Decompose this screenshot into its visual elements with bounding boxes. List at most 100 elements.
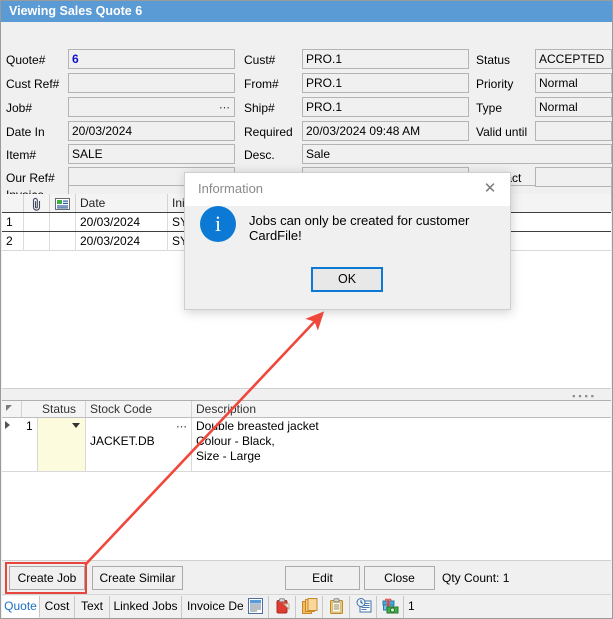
bottom-tab-strip: Quote Cost Text Linked Jobs Invoice Deta… [2, 594, 611, 619]
label-job-number: Job# [6, 101, 32, 115]
row-indicator [2, 418, 22, 471]
input-priority[interactable]: Normal [535, 73, 612, 93]
row-description: Double breasted jacket Colour - Black, S… [192, 418, 611, 471]
tab-quote[interactable]: Quote [2, 596, 40, 618]
input-contract[interactable] [535, 167, 612, 187]
note-icon-header[interactable] [50, 194, 76, 212]
tab-yellow-clipboard-icon-button[interactable] [324, 596, 350, 618]
clipboard-red-icon [276, 598, 290, 614]
quote-header-form: Quote# Cust Ref# Job# Date In Item# Our … [1, 22, 612, 194]
label-date-in: Date In [6, 125, 45, 139]
action-button-bar: Create Job Create Similar Edit Close Qty… [2, 560, 611, 594]
current-row-arrow-icon [5, 421, 10, 429]
label-required: Required [244, 125, 293, 139]
row-stock-code[interactable]: JACKET.DB ⋯ [86, 418, 192, 471]
icon-tab-count: 1 [408, 596, 415, 618]
stock-code-ellipsis-icon[interactable]: ⋯ [176, 420, 188, 435]
label-ship-number: Ship# [244, 101, 275, 115]
row-number: 1 [2, 213, 24, 231]
label-from-number: From# [244, 77, 279, 91]
label-description: Desc. [244, 148, 275, 162]
label-status: Status [476, 53, 510, 67]
document-icon [248, 598, 263, 614]
input-item-number[interactable]: SALE [68, 144, 235, 164]
clipboard-yellow-icon [330, 598, 343, 614]
gift-money-icon [382, 598, 399, 614]
table-row[interactable]: 1 JACKET.DB ⋯ Double breasted jacket Col… [2, 418, 611, 472]
row-status-dropdown[interactable] [38, 418, 86, 471]
copy-pages-icon [302, 598, 318, 614]
tab-gift-money-icon-button[interactable] [378, 596, 404, 618]
items-grid-header-description[interactable]: Description [192, 401, 611, 417]
input-status[interactable]: ACCEPTED [535, 49, 612, 69]
dialog-title: Information [198, 181, 263, 196]
select-all-triangle-icon [6, 405, 12, 411]
input-date-in[interactable]: 20/03/2024 [68, 121, 235, 141]
information-dialog: Information ✕ i Jobs can only be created… [184, 172, 511, 310]
input-description[interactable]: Sale [302, 144, 612, 164]
label-type: Type [476, 101, 502, 115]
tab-linked-jobs[interactable]: Linked Jobs [110, 596, 182, 618]
history-clock-icon [356, 598, 372, 613]
row-attachment[interactable] [24, 213, 50, 231]
window-title-bar: Viewing Sales Quote 6 [1, 1, 612, 22]
dialog-ok-button[interactable]: OK [311, 267, 383, 292]
row-attachment[interactable] [24, 232, 50, 250]
label-cust-ref: Cust Ref# [6, 77, 59, 91]
input-from-number[interactable]: PRO.1 [302, 73, 469, 93]
note-icon [55, 198, 70, 210]
chevron-down-icon[interactable] [72, 423, 80, 428]
input-required[interactable]: 20/03/2024 09:48 AM [302, 121, 469, 141]
items-grid-header-status[interactable]: Status [38, 401, 86, 417]
edit-button[interactable]: Edit [285, 566, 360, 590]
dialog-title-bar: Information ✕ [185, 173, 510, 206]
label-item-number: Item# [6, 148, 36, 162]
tab-copy-pages-icon-button[interactable] [297, 596, 323, 618]
row-date: 20/03/2024 [76, 213, 168, 231]
items-grid-header-stock-code[interactable]: Stock Code [86, 401, 192, 417]
input-quote-number[interactable]: 6 [68, 49, 235, 69]
row-date: 20/03/2024 [76, 232, 168, 250]
items-grid-header-row: Status Stock Code Description [2, 401, 611, 418]
items-grid: Status Stock Code Description 1 JACKET.D… [2, 400, 611, 560]
create-similar-button[interactable]: Create Similar [92, 566, 183, 590]
notes-grid-header-rownum [2, 194, 24, 212]
label-cust-number: Cust# [244, 53, 275, 67]
input-type[interactable]: Normal [535, 97, 612, 117]
label-our-ref: Our Ref# [6, 171, 55, 185]
splitter-grip-dots: ▪▪▪▪ [572, 393, 597, 399]
application-window: Viewing Sales Quote 6 Quote# Cust Ref# J… [0, 0, 613, 619]
grid-splitter[interactable]: ▪▪▪▪ [2, 390, 611, 400]
row-note[interactable] [50, 232, 76, 250]
attachment-icon [31, 197, 43, 211]
notes-grid-header-date[interactable]: Date [76, 194, 168, 212]
input-cust-number[interactable]: PRO.1 [302, 49, 469, 69]
tab-red-clipboard-icon-button[interactable] [270, 596, 296, 618]
input-ship-number[interactable]: PRO.1 [302, 97, 469, 117]
tab-cost[interactable]: Cost [40, 596, 75, 618]
row-number: 2 [2, 232, 24, 250]
row-note[interactable] [50, 213, 76, 231]
input-cust-ref[interactable] [68, 73, 235, 93]
window-title: Viewing Sales Quote 6 [9, 4, 142, 18]
info-icon: i [200, 206, 236, 242]
label-priority: Priority [476, 77, 513, 91]
label-valid-until: Valid until [476, 125, 527, 139]
row-number: 1 [22, 418, 38, 471]
input-valid-until[interactable] [535, 121, 612, 141]
tab-text[interactable]: Text [75, 596, 110, 618]
close-icon[interactable]: ✕ [476, 178, 504, 200]
items-grid-header-select[interactable] [2, 401, 22, 417]
close-button[interactable]: Close [364, 566, 435, 590]
tab-document-icon-button[interactable] [243, 596, 269, 618]
input-job-number[interactable]: ⋯ [68, 97, 235, 117]
label-quote-number: Quote# [6, 53, 45, 67]
qty-count-label: Qty Count: 1 [442, 566, 509, 590]
row-stock-code-value: JACKET.DB [90, 434, 155, 448]
tab-history-icon-button[interactable] [351, 596, 377, 618]
ellipsis-icon[interactable]: ⋯ [219, 99, 231, 117]
create-job-button[interactable]: Create Job [9, 566, 85, 590]
info-icon-glyph: i [200, 206, 236, 242]
items-grid-header-rownum [22, 401, 38, 417]
attachment-icon-header[interactable] [24, 194, 50, 212]
